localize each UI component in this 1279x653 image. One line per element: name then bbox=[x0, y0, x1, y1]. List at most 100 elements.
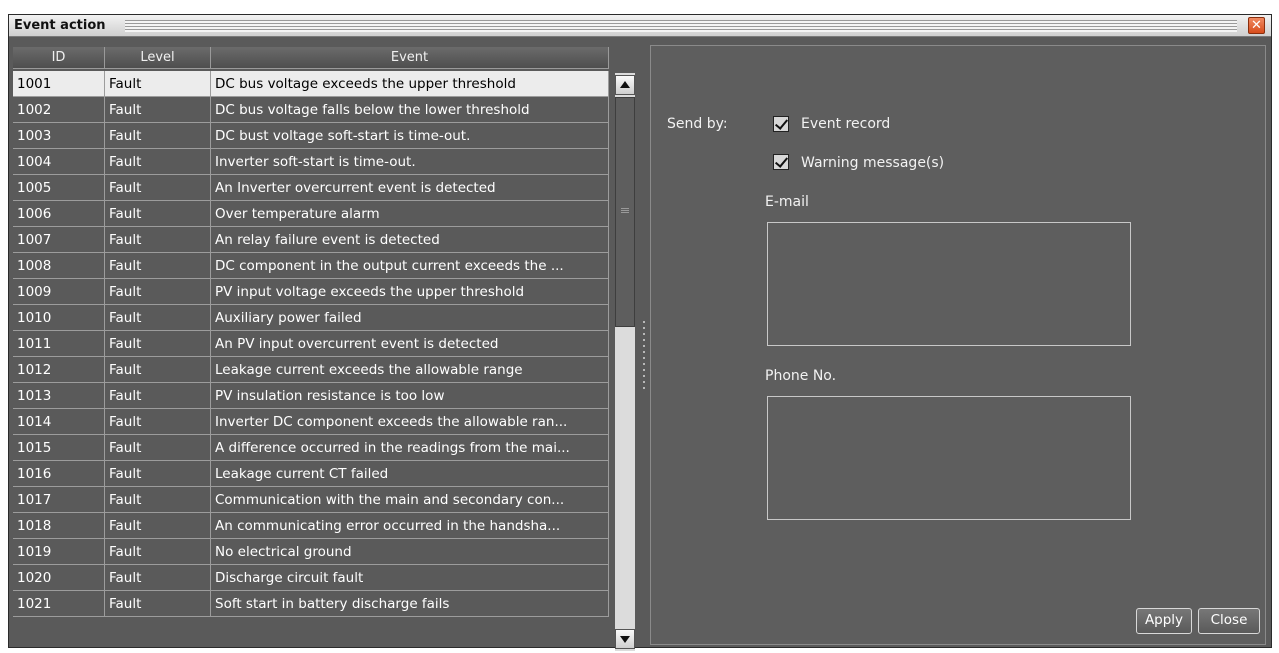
close-icon[interactable]: ✕ bbox=[1248, 17, 1265, 34]
cell-level: Fault bbox=[105, 279, 211, 305]
phone-label: Phone No. bbox=[765, 368, 837, 384]
cell-level: Fault bbox=[105, 513, 211, 539]
cell-event: An communicating error occurred in the h… bbox=[211, 513, 609, 539]
table-row[interactable]: 1011 Fault An PV input overcurrent event i… bbox=[13, 331, 609, 357]
table-body: 1001 Fault DC bus voltage exceeds the uppe… bbox=[13, 71, 609, 617]
cell-level: Fault bbox=[105, 565, 211, 591]
table-row[interactable]: 1009 Fault PV input voltage exceeds the up… bbox=[13, 279, 609, 305]
cell-id: 1018 bbox=[13, 513, 105, 539]
cell-id: 1012 bbox=[13, 357, 105, 383]
cell-id: 1019 bbox=[13, 539, 105, 565]
warning-messages-label[interactable]: Warning message(s) bbox=[801, 155, 944, 171]
cell-id: 1007 bbox=[13, 227, 105, 253]
phone-textarea[interactable] bbox=[767, 396, 1131, 520]
vertical-scrollbar[interactable] bbox=[615, 73, 635, 651]
cell-event: No electrical ground bbox=[211, 539, 609, 565]
cell-event: Leakage current CT failed bbox=[211, 461, 609, 487]
table-row[interactable]: 1010 Fault Auxiliary power failed bbox=[13, 305, 609, 331]
event-record-checkbox[interactable] bbox=[773, 116, 789, 132]
table-row[interactable]: 1021 Fault Soft start in battery discharge… bbox=[13, 591, 609, 617]
cell-event: Discharge circuit fault bbox=[211, 565, 609, 591]
cell-level: Fault bbox=[105, 253, 211, 279]
cell-level: Fault bbox=[105, 539, 211, 565]
cell-level: Fault bbox=[105, 461, 211, 487]
cell-level: Fault bbox=[105, 591, 211, 617]
splitter-grip-icon bbox=[643, 321, 645, 393]
table-row[interactable]: 1007 Fault An relay failure event is detec… bbox=[13, 227, 609, 253]
cell-level: Fault bbox=[105, 71, 211, 97]
cell-level: Fault bbox=[105, 409, 211, 435]
cell-id: 1001 bbox=[13, 71, 105, 97]
panel-splitter[interactable] bbox=[640, 43, 648, 647]
email-textarea[interactable] bbox=[767, 222, 1131, 346]
cell-id: 1014 bbox=[13, 409, 105, 435]
cell-event: PV input voltage exceeds the upper thres… bbox=[211, 279, 609, 305]
cell-event: DC bust voltage soft-start is time-out. bbox=[211, 123, 609, 149]
table-row[interactable]: 1004 Fault Inverter soft-start is time-out… bbox=[13, 149, 609, 175]
cell-id: 1008 bbox=[13, 253, 105, 279]
scroll-grip-icon bbox=[621, 208, 629, 214]
cell-id: 1011 bbox=[13, 331, 105, 357]
title-bar[interactable]: Event action ✕ bbox=[9, 15, 1271, 37]
cell-id: 1017 bbox=[13, 487, 105, 513]
cell-level: Fault bbox=[105, 97, 211, 123]
warning-messages-checkbox[interactable] bbox=[773, 154, 789, 170]
cell-id: 1003 bbox=[13, 123, 105, 149]
table-row[interactable]: 1001 Fault DC bus voltage exceeds the uppe… bbox=[13, 71, 609, 97]
cell-event: Over temperature alarm bbox=[211, 201, 609, 227]
cell-event: DC bus voltage exceeds the upper thresho… bbox=[211, 71, 609, 97]
table-row[interactable]: 1013 Fault PV insulation resistance is too… bbox=[13, 383, 609, 409]
table-row[interactable]: 1019 Fault No electrical ground bbox=[13, 539, 609, 565]
table-row[interactable]: 1006 Fault Over temperature alarm bbox=[13, 201, 609, 227]
table-row[interactable]: 1005 Fault An Inverter overcurrent event i… bbox=[13, 175, 609, 201]
cell-level: Fault bbox=[105, 357, 211, 383]
cell-level: Fault bbox=[105, 305, 211, 331]
table-row[interactable]: 1014 Fault Inverter DC component exceeds t… bbox=[13, 409, 609, 435]
title-bar-grip bbox=[125, 20, 1237, 32]
cell-event: A difference occurred in the readings fr… bbox=[211, 435, 609, 461]
cell-event: An Inverter overcurrent event is detecte… bbox=[211, 175, 609, 201]
cell-event: Inverter soft-start is time-out. bbox=[211, 149, 609, 175]
cell-id: 1021 bbox=[13, 591, 105, 617]
cell-id: 1010 bbox=[13, 305, 105, 331]
table-header: ID Level Event bbox=[13, 47, 609, 69]
cell-level: Fault bbox=[105, 487, 211, 513]
scrollbar-thumb[interactable] bbox=[615, 97, 635, 327]
table-row[interactable]: 1017 Fault Communication with the main and… bbox=[13, 487, 609, 513]
table-row[interactable]: 1003 Fault DC bust voltage soft-start is t… bbox=[13, 123, 609, 149]
table-row[interactable]: 1020 Fault Discharge circuit fault bbox=[13, 565, 609, 591]
cell-id: 1015 bbox=[13, 435, 105, 461]
cell-event: Auxiliary power failed bbox=[211, 305, 609, 331]
cell-event: Soft start in battery discharge fails bbox=[211, 591, 609, 617]
event-table: ID Level Event 1001 Fault DC bus voltage e… bbox=[13, 47, 637, 653]
send-by-label: Send by: bbox=[667, 116, 728, 132]
cell-level: Fault bbox=[105, 331, 211, 357]
event-action-window: Event action ✕ ID Level Event 1001 Fault D… bbox=[8, 14, 1272, 651]
cell-event: DC bus voltage falls below the lower thr… bbox=[211, 97, 609, 123]
event-record-label[interactable]: Event record bbox=[801, 116, 890, 132]
cell-level: Fault bbox=[105, 123, 211, 149]
cell-id: 1020 bbox=[13, 565, 105, 591]
apply-button[interactable]: Apply bbox=[1136, 608, 1192, 634]
table-row[interactable]: 1018 Fault An communicating error occurred… bbox=[13, 513, 609, 539]
cell-id: 1016 bbox=[13, 461, 105, 487]
email-label: E-mail bbox=[765, 194, 809, 210]
column-header-id[interactable]: ID bbox=[13, 47, 105, 69]
table-row[interactable]: 1008 Fault DC component in the output curr… bbox=[13, 253, 609, 279]
close-button[interactable]: Close bbox=[1198, 608, 1260, 634]
cell-id: 1009 bbox=[13, 279, 105, 305]
table-row[interactable]: 1012 Fault Leakage current exceeds the all… bbox=[13, 357, 609, 383]
cell-id: 1004 bbox=[13, 149, 105, 175]
column-header-event[interactable]: Event bbox=[211, 47, 609, 69]
scroll-up-arrow-icon[interactable] bbox=[615, 75, 635, 95]
table-row[interactable]: 1002 Fault DC bus voltage falls below the … bbox=[13, 97, 609, 123]
table-row[interactable]: 1016 Fault Leakage current CT failed bbox=[13, 461, 609, 487]
cell-level: Fault bbox=[105, 175, 211, 201]
cell-event: Inverter DC component exceeds the allowa… bbox=[211, 409, 609, 435]
column-header-level[interactable]: Level bbox=[105, 47, 211, 69]
window-title: Event action bbox=[14, 18, 106, 33]
cell-event: DC component in the output current excee… bbox=[211, 253, 609, 279]
cell-id: 1006 bbox=[13, 201, 105, 227]
scroll-down-arrow-icon[interactable] bbox=[615, 629, 635, 649]
table-row[interactable]: 1015 Fault A difference occurred in the re… bbox=[13, 435, 609, 461]
